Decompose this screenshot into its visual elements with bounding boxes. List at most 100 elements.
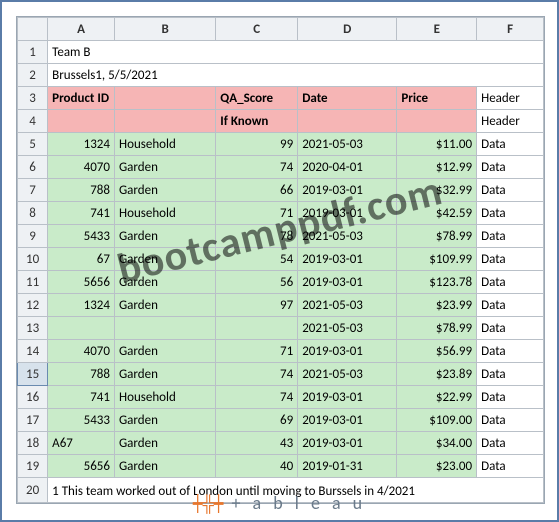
col-header-C[interactable]: C xyxy=(216,18,298,41)
cell-C-7[interactable]: 66 xyxy=(216,179,298,202)
cell-C-16[interactable]: 74 xyxy=(216,386,298,409)
cell-B-7[interactable]: Garden xyxy=(114,179,215,202)
hdr-D-4[interactable] xyxy=(298,110,397,133)
col-header-B[interactable]: B xyxy=(114,18,215,41)
row-header-7[interactable]: 7 xyxy=(18,179,48,202)
cell-E-13[interactable]: $78.99 xyxy=(397,317,477,340)
cell-D-17[interactable]: 2019-03-01 xyxy=(298,409,397,432)
hdr-B-3[interactable] xyxy=(114,87,215,110)
select-all-cell[interactable] xyxy=(18,18,48,41)
cell-A-14[interactable]: 4070 xyxy=(48,340,115,363)
cell-B-10[interactable]: Garden xyxy=(114,248,215,271)
cell-C-6[interactable]: 74 xyxy=(216,156,298,179)
cell-F-18[interactable]: Data xyxy=(477,432,544,455)
cell-F-13[interactable]: Data xyxy=(477,317,544,340)
cell-A-7[interactable]: 788 xyxy=(48,179,115,202)
cell-A-6[interactable]: 4070 xyxy=(48,156,115,179)
cell-B-15[interactable]: Garden xyxy=(114,363,215,386)
row-header-3[interactable]: 3 xyxy=(18,87,48,110)
cell-C-13[interactable] xyxy=(216,317,298,340)
cell-D-9[interactable]: 2021-05-03 xyxy=(298,225,397,248)
cell-F-10[interactable]: Data xyxy=(477,248,544,271)
cell-A-5[interactable]: 1324 xyxy=(48,133,115,156)
cell-C-11[interactable]: 56 xyxy=(216,271,298,294)
cell-A-11[interactable]: 5656 xyxy=(48,271,115,294)
cell-A-9[interactable]: 5433 xyxy=(48,225,115,248)
cell-C-19[interactable]: 40 xyxy=(216,455,298,478)
row-header-18[interactable]: 18 xyxy=(18,432,48,455)
cell-D-19[interactable]: 2019-01-31 xyxy=(298,455,397,478)
cell-A-10[interactable]: 67 xyxy=(48,248,115,271)
col-header-E[interactable]: E xyxy=(397,18,477,41)
cell-F-7[interactable]: Data xyxy=(477,179,544,202)
row-header-9[interactable]: 9 xyxy=(18,225,48,248)
cell-C-12[interactable]: 97 xyxy=(216,294,298,317)
cell-C-9[interactable]: 78 xyxy=(216,225,298,248)
row-header-17[interactable]: 17 xyxy=(18,409,48,432)
cell-D-8[interactable]: 2019-03-01 xyxy=(298,202,397,225)
cell-B-19[interactable]: Garden xyxy=(114,455,215,478)
hdr-F-3[interactable]: Header xyxy=(477,87,544,110)
cell-E-19[interactable]: $23.00 xyxy=(397,455,477,478)
cell-C-14[interactable]: 71 xyxy=(216,340,298,363)
cell-E-18[interactable]: $34.00 xyxy=(397,432,477,455)
cell-B-12[interactable]: Garden xyxy=(114,294,215,317)
cell-C-5[interactable]: 99 xyxy=(216,133,298,156)
cell-F-8[interactable]: Data xyxy=(477,202,544,225)
row-header-8[interactable]: 8 xyxy=(18,202,48,225)
row-header-5[interactable]: 5 xyxy=(18,133,48,156)
hdr-E-4[interactable] xyxy=(397,110,477,133)
hdr-D-3[interactable]: Date xyxy=(298,87,397,110)
cell-A-13[interactable] xyxy=(48,317,115,340)
hdr-F-4[interactable]: Header xyxy=(477,110,544,133)
cell-E-5[interactable]: $11.00 xyxy=(397,133,477,156)
cell-F-11[interactable]: Data xyxy=(477,271,544,294)
cell-E-14[interactable]: $56.99 xyxy=(397,340,477,363)
cell-F-6[interactable]: Data xyxy=(477,156,544,179)
row-header-14[interactable]: 14 xyxy=(18,340,48,363)
hdr-C-4[interactable]: If Known xyxy=(216,110,298,133)
cell-C-8[interactable]: 71 xyxy=(216,202,298,225)
cell-B-11[interactable]: Garden xyxy=(114,271,215,294)
row-header-2[interactable]: 2 xyxy=(18,64,48,87)
cell-A-16[interactable]: 741 xyxy=(48,386,115,409)
cell-D-10[interactable]: 2019-03-01 xyxy=(298,248,397,271)
cell-A-19[interactable]: 5656 xyxy=(48,455,115,478)
row-header-15[interactable]: 15 xyxy=(18,363,48,386)
cell-D-16[interactable]: 2019-03-01 xyxy=(298,386,397,409)
hdr-E-3[interactable]: Price xyxy=(397,87,477,110)
col-header-F[interactable]: F xyxy=(477,18,544,41)
cell-E-6[interactable]: $12.99 xyxy=(397,156,477,179)
hdr-B-4[interactable] xyxy=(114,110,215,133)
title-cell-1[interactable]: Team B xyxy=(48,41,544,64)
cell-A-15[interactable]: 788 xyxy=(48,363,115,386)
cell-F-9[interactable]: Data xyxy=(477,225,544,248)
cell-B-14[interactable]: Garden xyxy=(114,340,215,363)
cell-F-5[interactable]: Data xyxy=(477,133,544,156)
cell-B-16[interactable]: Household xyxy=(114,386,215,409)
cell-E-17[interactable]: $109.00 xyxy=(397,409,477,432)
cell-D-6[interactable]: 2020-04-01 xyxy=(298,156,397,179)
cell-B-8[interactable]: Household xyxy=(114,202,215,225)
cell-F-19[interactable]: Data xyxy=(477,455,544,478)
cell-E-10[interactable]: $109.99 xyxy=(397,248,477,271)
cell-C-10[interactable]: 54 xyxy=(216,248,298,271)
row-header-6[interactable]: 6 xyxy=(18,156,48,179)
row-header-16[interactable]: 16 xyxy=(18,386,48,409)
cell-D-18[interactable]: 2019-03-01 xyxy=(298,432,397,455)
row-header-10[interactable]: 10 xyxy=(18,248,48,271)
cell-B-18[interactable]: Garden xyxy=(114,432,215,455)
cell-D-14[interactable]: 2019-03-01 xyxy=(298,340,397,363)
cell-F-12[interactable]: Data xyxy=(477,294,544,317)
cell-F-16[interactable]: Data xyxy=(477,386,544,409)
cell-E-7[interactable]: $32.99 xyxy=(397,179,477,202)
cell-F-17[interactable]: Data xyxy=(477,409,544,432)
cell-F-14[interactable]: Data xyxy=(477,340,544,363)
cell-D-15[interactable]: 2021-05-03 xyxy=(298,363,397,386)
cell-E-16[interactable]: $22.99 xyxy=(397,386,477,409)
hdr-C-3[interactable]: QA_Score xyxy=(216,87,298,110)
col-header-A[interactable]: A xyxy=(48,18,115,41)
cell-B-9[interactable]: Garden xyxy=(114,225,215,248)
row-header-19[interactable]: 19 xyxy=(18,455,48,478)
cell-C-15[interactable]: 74 xyxy=(216,363,298,386)
